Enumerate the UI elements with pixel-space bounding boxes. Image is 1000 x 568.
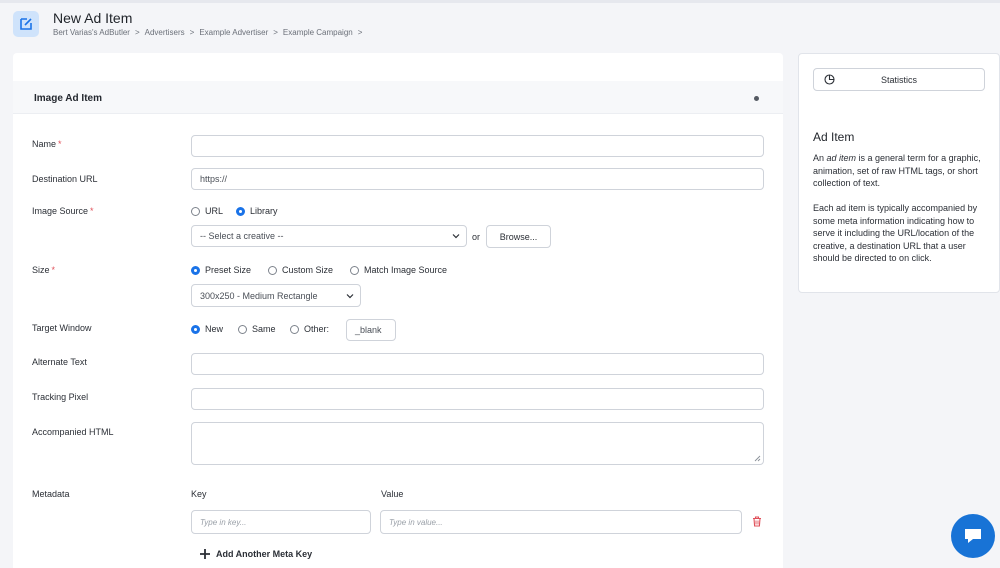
tracking-pixel-label: Tracking Pixel (32, 392, 89, 402)
status-dot-icon (754, 96, 759, 101)
radio-selected-icon (236, 206, 245, 216)
chat-button[interactable] (951, 514, 995, 558)
radio-label: Preset Size (205, 265, 252, 275)
section-header: Image Ad Item (13, 81, 783, 114)
chat-icon (965, 529, 981, 543)
metadata-key-placeholder: Type in key... (200, 517, 247, 527)
metadata-key-input[interactable]: Type in key... (191, 510, 371, 534)
metadata-value-header: Value (381, 489, 404, 499)
plus-icon (200, 549, 210, 559)
section-title: Image Ad Item (34, 93, 102, 104)
breadcrumb-separator: > (189, 28, 195, 37)
target-other-radio[interactable]: Other: (290, 324, 329, 334)
radio-circle-icon (268, 265, 277, 275)
top-bar (0, 0, 1000, 3)
radio-circle-icon (350, 265, 359, 275)
radio-circle-icon (191, 206, 200, 216)
destination-url-label: Destination URL (32, 174, 98, 184)
breadcrumb-item-account[interactable]: Bert Varias's AdButler (53, 28, 130, 37)
creative-select-value: -- Select a creative -- (200, 231, 284, 241)
ad-item-form-panel: Image Ad Item Name * Destination URL http… (13, 53, 783, 568)
creative-select[interactable]: -- Select a creative -- (191, 225, 467, 247)
destination-url-input[interactable]: https:// (191, 168, 764, 190)
radio-label: URL (205, 206, 224, 216)
radio-label: Custom Size (282, 265, 334, 275)
size-label: Size * (32, 265, 55, 275)
tracking-pixel-input[interactable] (191, 388, 764, 410)
size-preset-radio[interactable]: Preset Size (191, 265, 251, 275)
radio-circle-icon (290, 324, 299, 334)
size-label-text: Size (32, 265, 50, 275)
metadata-label: Metadata (32, 489, 70, 499)
info-paragraph-2: Each ad item is typically accompanied by… (813, 203, 978, 264)
trash-icon[interactable] (752, 516, 762, 527)
metadata-key-header: Key (191, 489, 207, 499)
breadcrumb-item-advertisers[interactable]: Advertisers (145, 28, 185, 37)
statistics-button[interactable]: Statistics (813, 68, 985, 91)
chevron-down-icon (452, 234, 460, 239)
name-input[interactable] (191, 135, 764, 157)
required-marker: * (58, 139, 62, 149)
page-title: New Ad Item (53, 10, 133, 26)
info-emphasis: ad item (826, 153, 857, 163)
edit-icon (13, 11, 39, 37)
breadcrumb-separator: > (273, 28, 278, 37)
size-custom-radio[interactable]: Custom Size (268, 265, 333, 275)
pie-chart-icon (824, 74, 835, 85)
breadcrumb-item-campaign[interactable]: Example Campaign (283, 28, 353, 37)
radio-circle-icon (238, 324, 247, 334)
metadata-value-placeholder: Type in value... (389, 517, 443, 527)
breadcrumb-separator: > (134, 28, 140, 37)
accompanied-html-label: Accompanied HTML (32, 427, 114, 437)
radio-label: Other: (304, 324, 330, 334)
alternate-text-input[interactable] (191, 353, 764, 375)
image-source-label: Image Source * (32, 206, 94, 216)
destination-url-value: https:// (200, 174, 228, 184)
statistics-label: Statistics (880, 74, 917, 85)
image-source-url-radio[interactable]: URL (191, 206, 223, 216)
target-window-label: Target Window (32, 323, 92, 333)
alternate-text-label: Alternate Text (32, 357, 87, 367)
info-text: An (813, 153, 827, 163)
radio-selected-icon (191, 265, 200, 275)
target-same-radio[interactable]: Same (238, 324, 276, 334)
target-other-input[interactable]: _blank (346, 319, 396, 341)
add-meta-key-button[interactable]: Add Another Meta Key (199, 548, 312, 560)
required-marker: * (90, 206, 94, 216)
breadcrumb-item-advertiser[interactable]: Example Advertiser (199, 28, 268, 37)
radio-selected-icon (191, 324, 200, 334)
target-new-radio[interactable]: New (191, 324, 223, 334)
info-paragraph-1: An ad item is a general term for a graph… (813, 152, 993, 190)
resize-handle-icon[interactable] (754, 455, 761, 462)
chevron-down-icon (346, 293, 354, 298)
info-sidebar: Statistics Ad Item An ad item is a gener… (798, 53, 1000, 293)
breadcrumb: Bert Varias's AdButler > Advertisers > E… (53, 28, 362, 37)
or-text: or (472, 232, 481, 242)
metadata-value-input[interactable]: Type in value... (380, 510, 742, 534)
image-source-library-radio[interactable]: Library (236, 206, 278, 216)
name-label-text: Name (32, 139, 57, 149)
browse-button[interactable]: Browse... (486, 225, 551, 248)
info-title: Ad Item (813, 130, 855, 144)
image-source-label-text: Image Source (32, 206, 89, 216)
breadcrumb-separator: > (357, 28, 363, 37)
size-match-radio[interactable]: Match Image Source (350, 265, 447, 275)
radio-label: Match Image Source (364, 265, 448, 275)
accompanied-html-textarea[interactable] (191, 422, 764, 465)
name-label: Name * (32, 139, 62, 149)
radio-label: Library (250, 206, 278, 216)
radio-label: Same (252, 324, 276, 334)
radio-label: New (205, 324, 224, 334)
required-marker: * (51, 265, 56, 275)
size-select[interactable]: 300x250 - Medium Rectangle (191, 284, 361, 307)
target-other-value: _blank (355, 325, 382, 335)
add-meta-key-label: Add Another Meta Key (216, 549, 313, 559)
size-select-value: 300x250 - Medium Rectangle (200, 290, 318, 301)
